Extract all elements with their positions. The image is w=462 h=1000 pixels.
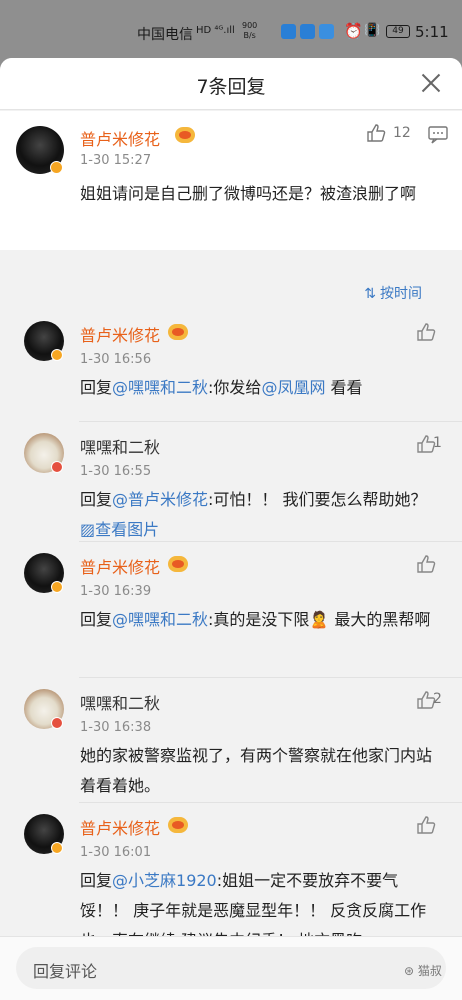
reply-body: 看看 — [325, 378, 363, 397]
author-name[interactable]: 普卢米修花 — [80, 815, 160, 839]
sort-label: 按时间 — [380, 286, 422, 302]
replies-sheet: 7条回复 普卢米修花 1-30 15:27 12 姐姐请问是自己删了微博吗还是？… — [0, 58, 462, 1000]
author-name[interactable]: 普卢米修花 — [80, 554, 160, 578]
watermark: ⊛ 猫叔 — [404, 964, 442, 978]
sort-bar: ⇅ 按时间 — [0, 260, 462, 312]
comment-text: 姐姐请问是自己删了微博吗还是？被渣浪删了啊 — [80, 184, 417, 203]
sheet-header: 7条回复 — [0, 58, 462, 110]
mention-link[interactable]: @凤凰网 — [261, 378, 325, 397]
like-icon[interactable] — [366, 123, 386, 143]
app-notification-icon — [300, 24, 315, 39]
verified-icon — [50, 161, 63, 174]
comment-icon[interactable] — [428, 126, 448, 144]
author-name[interactable]: 普卢米修花 — [80, 126, 160, 150]
mention-link[interactable]: @普卢米修花 — [112, 490, 208, 509]
reply-text: 回复@嘿嘿和二秋:真的是没下限🙎 最大的黑帮啊 — [80, 605, 442, 635]
verified-icon — [51, 717, 63, 729]
author-name[interactable]: 嘿嘿和二秋 — [80, 434, 160, 458]
reply-body: :你发给 — [208, 378, 262, 397]
like-icon[interactable] — [416, 322, 436, 342]
status-bar: 中国电信 HD ⁴ᴳ.ıll 900 B/s ⏰ 📳 49 5:11 — [0, 0, 462, 62]
signal-icon: HD ⁴ᴳ.ıll — [196, 25, 235, 36]
reply-input-bar: 回复评论 — [0, 936, 462, 1000]
notification-icons — [281, 24, 334, 39]
vip-icon — [168, 556, 188, 572]
like-count: 12 — [393, 125, 411, 141]
vibrate-icon: 📳 — [364, 23, 381, 38]
reply-input-placeholder: 回复评论 — [33, 962, 98, 981]
reply-time: 1-30 16:38 — [80, 720, 152, 735]
close-icon[interactable] — [418, 70, 444, 96]
like-count: 1 — [433, 435, 442, 451]
battery-icon: 49 — [386, 25, 410, 38]
main-comment: 普卢米修花 1-30 15:27 12 姐姐请问是自己删了微博吗还是？被渣浪删了… — [0, 111, 462, 250]
reply-item[interactable]: 嘿嘿和二秋 1-30 16:55 1 回复@普卢米修花:可怕！！ 我们要怎么帮助她？ … — [0, 422, 462, 542]
clock: 5:11 — [415, 23, 449, 41]
reply-time: 1-30 16:39 — [80, 584, 152, 599]
like-icon[interactable] — [416, 554, 436, 574]
verified-icon — [51, 349, 63, 361]
reply-prefix: 回复 — [80, 490, 113, 509]
like-icon[interactable] — [416, 815, 436, 835]
vip-icon — [168, 324, 188, 340]
reply-prefix: 回复 — [80, 610, 113, 629]
verified-icon — [51, 842, 63, 854]
app-notification-icon — [319, 24, 334, 39]
app-notification-icon — [281, 24, 296, 39]
reply-body: 她的家被警察监视了，有两个警察就在他家门内站着看着她。 — [80, 746, 433, 795]
mention-link[interactable]: ▨查看图片 — [80, 520, 159, 539]
mention-link[interactable]: @嘿嘿和二秋 — [112, 378, 208, 397]
reply-time: 1-30 16:56 — [80, 352, 152, 367]
reply-item[interactable]: 普卢米修花 1-30 16:01 回复@小芝麻1920:姐姐一定不要放弃不要气馁！！… — [0, 803, 462, 950]
sort-button[interactable]: ⇅ 按时间 — [364, 283, 422, 303]
reply-text: 回复@普卢米修花:可怕！！ 我们要怎么帮助她？ ▨查看图片 — [80, 485, 442, 545]
like-count: 2 — [433, 691, 442, 707]
sort-icon: ⇅ — [364, 286, 376, 302]
mention-link[interactable]: @嘿嘿和二秋 — [112, 610, 208, 629]
reply-text: 回复@嘿嘿和二秋:你发给@凤凰网 看看 — [80, 373, 442, 403]
author-name[interactable]: 普卢米修花 — [80, 322, 160, 346]
vip-icon — [168, 817, 188, 833]
verified-icon — [51, 461, 63, 473]
reply-input[interactable]: 回复评论 — [16, 947, 446, 989]
verified-icon — [51, 581, 63, 593]
mention-link[interactable]: @小芝麻1920 — [112, 871, 217, 890]
reply-item[interactable]: 普卢米修花 1-30 16:39 回复@嘿嘿和二秋:真的是没下限🙎 最大的黑帮啊 — [0, 542, 462, 678]
alarm-icon: ⏰ — [344, 22, 363, 40]
reply-item[interactable]: 普卢米修花 1-30 16:56 回复@嘿嘿和二秋:你发给@凤凰网 看看 — [0, 310, 462, 422]
reply-prefix: 回复 — [80, 871, 113, 890]
reply-body: :真的是没下限🙎 最大的黑帮啊 — [208, 610, 431, 629]
reply-body: :可怕！！ 我们要怎么帮助她？ — [208, 490, 427, 509]
reply-item[interactable]: 嘿嘿和二秋 1-30 16:38 2 她的家被警察监视了，有两个警察就在他家门内站着看… — [0, 678, 462, 803]
sheet-title: 7条回复 — [196, 76, 266, 98]
reply-text: 她的家被警察监视了，有两个警察就在他家门内站着看着她。 — [80, 741, 442, 801]
reply-time: 1-30 16:01 — [80, 845, 152, 860]
carrier-label: 中国电信 — [137, 27, 193, 43]
net-speed: 900 B/s — [242, 21, 258, 40]
reply-prefix: 回复 — [80, 378, 113, 397]
reply-time: 1-30 16:55 — [80, 464, 152, 479]
author-name[interactable]: 嘿嘿和二秋 — [80, 690, 160, 714]
vip-icon — [175, 127, 195, 143]
comment-time: 1-30 15:27 — [80, 153, 152, 168]
